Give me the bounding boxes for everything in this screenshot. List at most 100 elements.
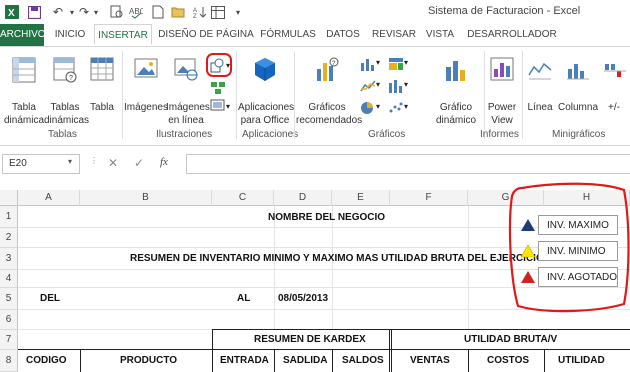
pivot-table-label: Tabla	[12, 102, 36, 113]
power-view-label-2: View	[491, 115, 513, 126]
recommended-pivot-tables-button[interactable]: ? Tablas dinámicas	[44, 55, 89, 126]
tab-archivo[interactable]: ARCHIVO	[0, 24, 46, 46]
tab-insertar[interactable]: INSERTAR	[94, 24, 152, 45]
screenshot-icon[interactable]	[210, 99, 226, 113]
print-preview-icon[interactable]	[108, 4, 124, 20]
tab-inicio[interactable]: INICIO	[50, 24, 90, 46]
statistic-chart-icon[interactable]	[388, 79, 404, 93]
online-images-button[interactable]: Imágenes en línea	[166, 55, 210, 126]
row-header-4[interactable]: 4	[0, 270, 18, 288]
column-header-d[interactable]: D	[274, 190, 332, 206]
header-producto[interactable]: PRODUCTO	[120, 355, 177, 366]
ribbon: Tabla dinámica ? Tablas dinámicas Tabla …	[0, 46, 630, 146]
date-cell[interactable]: 08/05/2013	[278, 293, 328, 304]
del-label-cell[interactable]: DEL	[40, 293, 60, 304]
row-header-6[interactable]: 6	[0, 310, 18, 330]
formula-input[interactable]	[186, 154, 630, 174]
column-header-e[interactable]: E	[332, 190, 390, 206]
insert-function-icon[interactable]: fx	[160, 156, 168, 168]
pivot-table-button[interactable]: Tabla dinámica	[4, 55, 44, 126]
redo-dropdown-icon[interactable]: ▾	[88, 4, 104, 20]
header-saldos[interactable]: SALDOS	[342, 355, 384, 366]
sort-icon[interactable]: AZ	[192, 4, 208, 20]
apps-for-office-button[interactable]: Aplicaciones para Office	[238, 55, 294, 126]
ribbon-separator	[236, 51, 237, 139]
row-header-3[interactable]: 3	[0, 248, 18, 270]
sparkline-winloss-button[interactable]: +/-	[600, 55, 628, 125]
shapes-annotation-circle	[206, 53, 232, 77]
tab-diseno-pagina[interactable]: DISEÑO DE PÁGINA	[158, 24, 254, 46]
column-header-a[interactable]: A	[18, 190, 80, 206]
tab-desarrollador[interactable]: DESARROLLADOR	[466, 24, 558, 46]
group-label-informes: Informes	[480, 129, 519, 140]
formula-bar-grip-icon[interactable]: ⋮	[90, 156, 99, 165]
recommended-pivot-label: Tablas	[50, 102, 80, 113]
table-button[interactable]: Tabla	[86, 55, 118, 125]
spelling-icon[interactable]: ABC	[128, 4, 144, 20]
header-sadlida[interactable]: SADLIDA	[283, 355, 327, 366]
tab-formulas[interactable]: FÓRMULAS	[258, 24, 318, 46]
table-icon[interactable]	[210, 4, 226, 20]
new-file-icon[interactable]	[150, 4, 166, 20]
select-all-corner[interactable]	[0, 190, 18, 206]
ribbon-separator	[294, 51, 295, 139]
recommended-charts-label-2: recomendados	[296, 115, 363, 126]
formula-bar: E20 ▾ ⋮ ✕ ✓ fx	[0, 152, 630, 176]
sparkline-column-button[interactable]: Columna	[556, 55, 600, 125]
pie-chart-icon[interactable]	[360, 101, 376, 115]
column-chart-icon[interactable]	[360, 57, 376, 71]
header-costos[interactable]: COSTOS	[487, 355, 529, 366]
name-box-dropdown-icon[interactable]: ▾	[68, 157, 72, 166]
window-title: Sistema de Facturacion - Excel	[428, 5, 581, 17]
statistic-chart-dropdown-icon[interactable]: ▾	[404, 80, 408, 89]
open-folder-icon[interactable]	[170, 4, 186, 20]
enter-icon[interactable]: ✓	[134, 156, 144, 170]
table-border-top	[212, 329, 630, 330]
recommended-charts-button[interactable]: ? Gráficos recomendados	[296, 55, 363, 126]
group-label-tablas: Tablas	[48, 129, 77, 140]
save-icon[interactable]	[26, 4, 42, 20]
row-header-2[interactable]: 2	[0, 228, 18, 248]
line-chart-icon[interactable]	[360, 79, 376, 93]
column-header-f[interactable]: F	[390, 190, 468, 206]
summary-title-cell[interactable]: RESUMEN DE INVENTARIO MINIMO Y MAXIMO MA…	[130, 253, 544, 264]
customize-toolbar-icon[interactable]: ▾	[230, 4, 246, 20]
tab-revisar[interactable]: REVISAR	[370, 24, 418, 46]
row-header-7[interactable]: 7	[0, 330, 18, 350]
al-label-cell[interactable]: AL	[237, 293, 250, 304]
row-header-8[interactable]: 8	[0, 350, 18, 372]
column-header-c[interactable]: C	[212, 190, 274, 206]
row-header-5[interactable]: 5	[0, 288, 18, 310]
scatter-chart-dropdown-icon[interactable]: ▾	[404, 102, 408, 111]
ribbon-tabs: ARCHIVO INICIO INSERTAR DISEÑO DE PÁGINA…	[0, 24, 630, 46]
smartart-icon[interactable]	[210, 81, 226, 95]
pie-chart-dropdown-icon[interactable]: ▾	[376, 102, 380, 111]
header-ventas[interactable]: VENTAS	[410, 355, 450, 366]
title-bar: X ↶ ▾ ↷ ▾ ABC AZ ▾ Sistema de Facturacio…	[0, 0, 630, 24]
column-header-b[interactable]: B	[80, 190, 212, 206]
power-view-button[interactable]: Power View	[486, 55, 518, 126]
screenshot-dropdown-icon[interactable]: ▾	[226, 102, 230, 111]
kardex-header-cell[interactable]: RESUMEN DE KARDEX	[254, 334, 366, 345]
header-utilidad[interactable]: UTILIDAD	[558, 355, 605, 366]
hierarchy-chart-dropdown-icon[interactable]: ▾	[404, 58, 408, 67]
cancel-icon[interactable]: ✕	[108, 156, 118, 170]
sparkline-line-button[interactable]: Línea	[524, 55, 556, 125]
group-label-aplicaciones: Aplicaciones	[242, 129, 299, 140]
column-chart-dropdown-icon[interactable]: ▾	[376, 58, 380, 67]
images-button[interactable]: Imágenes	[124, 55, 168, 125]
business-name-cell[interactable]: NOMBRE DEL NEGOCIO	[268, 212, 385, 223]
table-border	[332, 350, 333, 372]
line-chart-dropdown-icon[interactable]: ▾	[376, 80, 380, 89]
scatter-chart-icon[interactable]	[388, 101, 404, 115]
utilidad-header-cell[interactable]: UTILIDAD BRUTA/V	[464, 334, 557, 345]
row-header-1[interactable]: 1	[0, 206, 18, 228]
pivot-chart-button[interactable]: Gráfico dinámico	[428, 55, 484, 126]
header-codigo[interactable]: CODIGO	[26, 355, 67, 366]
group-label-graficos: Gráficos	[368, 129, 406, 140]
header-entrada[interactable]: ENTRADA	[220, 355, 269, 366]
svg-text:?: ?	[69, 75, 73, 82]
hierarchy-chart-icon[interactable]	[388, 57, 404, 71]
tab-vista[interactable]: VISTA	[422, 24, 458, 46]
tab-datos[interactable]: DATOS	[322, 24, 364, 46]
